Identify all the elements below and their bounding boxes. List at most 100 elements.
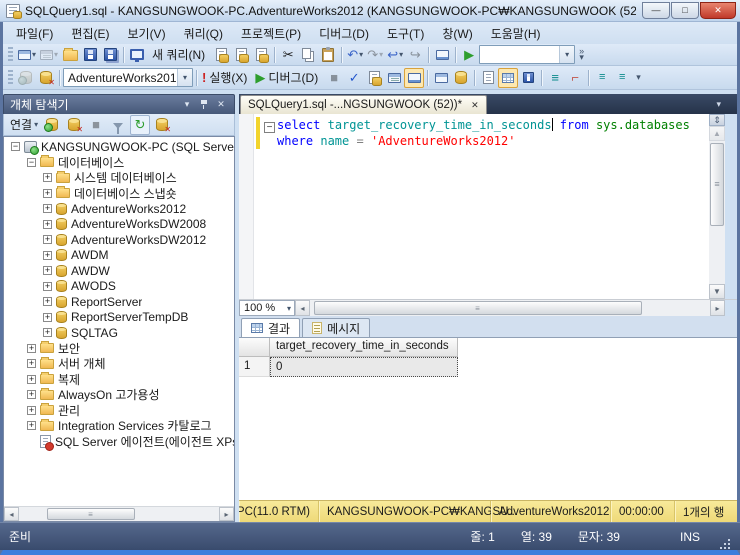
tree-item[interactable]: + AlwaysOn 고가용성 xyxy=(4,387,234,403)
tree-item[interactable]: + 관리 xyxy=(4,403,234,419)
tree-item[interactable]: + AWODS xyxy=(4,279,234,295)
maximize-button[interactable]: □ xyxy=(671,2,699,19)
split-editor-handle[interactable]: ⇕ xyxy=(709,114,725,126)
copy-button[interactable] xyxy=(298,45,318,65)
tree-expander-icon[interactable]: + xyxy=(27,390,36,400)
navigate-back-button[interactable]: ↩ ▾ xyxy=(385,45,405,65)
tree-item[interactable]: + SQLTAG xyxy=(4,325,234,341)
collapse-region-icon[interactable]: − xyxy=(264,122,275,133)
results-to-grid-button[interactable] xyxy=(498,67,519,88)
grid-row-number[interactable]: 1 xyxy=(239,357,270,377)
menu-item[interactable]: 창(W) xyxy=(433,22,481,45)
results-to-text-button[interactable] xyxy=(478,68,498,88)
database-engine-query-button[interactable] xyxy=(211,45,231,65)
menu-item[interactable]: 보기(V) xyxy=(118,22,174,45)
cut-button[interactable]: ✂ xyxy=(278,45,298,65)
tree-item[interactable]: + 보안 xyxy=(4,341,234,357)
connect-object-explorer-button[interactable]: 연결 ▾ xyxy=(8,115,40,135)
title-bar[interactable]: SQLQuery1.sql - KANGSUNGWOOK-PC.Adventur… xyxy=(0,0,740,22)
scroll-left-button[interactable]: ◂ xyxy=(4,507,19,521)
paste-button[interactable] xyxy=(318,45,338,65)
navigate-forward-button[interactable]: ↪ xyxy=(405,45,425,65)
include-actual-plan-button[interactable] xyxy=(404,67,425,88)
new-query-dropdown-button[interactable]: ▾ xyxy=(16,45,38,65)
copy-results-button[interactable] xyxy=(451,68,471,88)
analysis-query-button[interactable] xyxy=(231,45,251,65)
start-button[interactable]: ▶ xyxy=(459,45,479,65)
oe-filter-button[interactable] xyxy=(108,115,128,135)
query-tab[interactable]: SQLQuery1.sql -...NGSUNGWOOK (52))* ✕ xyxy=(240,95,487,114)
save-button[interactable] xyxy=(80,45,100,65)
sql-editor[interactable]: − select target_recovery_time_in_seconds … xyxy=(239,114,709,299)
tree-expander-icon[interactable]: + xyxy=(43,266,52,276)
scroll-right-button[interactable]: ▸ xyxy=(219,507,234,521)
tree-item[interactable]: + ReportServerTempDB xyxy=(4,310,234,326)
available-databases-combo[interactable]: AdventureWorks2012 ▾ xyxy=(63,68,193,87)
tree-expander-icon[interactable]: + xyxy=(43,312,52,322)
menu-item[interactable]: 도구(T) xyxy=(378,22,433,45)
tree-expander-icon[interactable]: + xyxy=(27,374,36,384)
connect-button[interactable] xyxy=(16,68,36,88)
toolbar-overflow-button[interactable]: ▾ xyxy=(636,72,641,82)
execute-button[interactable]: ! 실행(X) xyxy=(200,68,253,88)
menu-item[interactable]: 편집(E) xyxy=(62,22,118,45)
menu-item[interactable]: 쿼리(Q) xyxy=(175,22,232,45)
tree-item[interactable]: + 복제 xyxy=(4,372,234,388)
tree-item[interactable]: + AdventureWorks2012 xyxy=(4,201,234,217)
scroll-thumb[interactable]: ≡ xyxy=(47,508,135,520)
combo-arrow-icon[interactable]: ▾ xyxy=(177,69,192,86)
scroll-thumb[interactable]: ≡ xyxy=(314,301,642,315)
tree-expander-icon[interactable]: + xyxy=(43,250,52,260)
tree-item[interactable]: + 시스템 데이터베이스 xyxy=(4,170,234,186)
tree-item[interactable]: − KANGSUNGWOOK-PC (SQL Server 11 xyxy=(4,139,234,155)
comment-button[interactable]: ≡ xyxy=(545,68,565,88)
toolbar-overflow-button[interactable]: » ▾ xyxy=(579,46,584,61)
tree-item[interactable]: + AdventureWorksDW2012 xyxy=(4,232,234,248)
tab-list-dropdown[interactable]: ▾ xyxy=(716,99,721,110)
scroll-thumb[interactable]: ≡ xyxy=(710,143,724,226)
tab-messages[interactable]: 메시지 xyxy=(302,318,371,337)
specify-template-values-button[interactable] xyxy=(431,68,451,88)
tree-expander-icon[interactable]: + xyxy=(43,219,52,229)
toolbar-grip[interactable] xyxy=(8,69,13,86)
scroll-left-button[interactable]: ◂ xyxy=(295,300,310,316)
scroll-track[interactable]: ≡ xyxy=(19,507,219,521)
tree-expander-icon[interactable]: + xyxy=(43,328,52,338)
tree-expander-icon[interactable]: + xyxy=(27,359,36,369)
tree-item[interactable]: SQL Server 에이전트(에이전트 XPs xyxy=(4,434,234,451)
menu-item[interactable]: 도움말(H) xyxy=(482,22,550,45)
stop-button[interactable]: ■ xyxy=(324,68,344,88)
tree-item[interactable]: + AWDW xyxy=(4,263,234,279)
menu-item[interactable]: 프로젝트(P) xyxy=(232,22,310,45)
tree-expander-icon[interactable]: + xyxy=(27,421,36,431)
scroll-up-button[interactable]: ▲ xyxy=(709,126,725,141)
resize-grip[interactable] xyxy=(718,537,731,550)
minimize-button[interactable]: — xyxy=(642,2,670,19)
tree-item[interactable]: − 데이터베이스 xyxy=(4,155,234,171)
tree-expander-icon[interactable]: + xyxy=(27,343,36,353)
tree-expander-icon[interactable]: − xyxy=(11,142,20,152)
menu-item[interactable]: 파일(F) xyxy=(7,22,62,45)
tree-expander-icon[interactable]: + xyxy=(43,235,52,245)
new-query-button[interactable]: 새 쿼리(N) xyxy=(147,45,211,65)
activity-monitor-button[interactable] xyxy=(127,45,147,65)
tree-expander-icon[interactable]: − xyxy=(27,157,36,167)
tree-expander-icon[interactable]: + xyxy=(43,173,52,183)
tree-expander-icon[interactable]: + xyxy=(43,204,52,214)
oe-disconnect-button[interactable] xyxy=(64,115,84,135)
panel-pin-button[interactable] xyxy=(197,98,211,112)
oe-connect-button[interactable] xyxy=(42,115,62,135)
estimated-plan-button[interactable] xyxy=(364,68,384,88)
template-explorer-button[interactable] xyxy=(432,45,452,65)
tree-expander-icon[interactable]: + xyxy=(43,188,52,198)
tree-item[interactable]: + ReportServer xyxy=(4,294,234,310)
grid-corner-cell[interactable] xyxy=(239,338,270,357)
decrease-indent-button[interactable]: ≡ xyxy=(592,68,612,88)
tree-expander-icon[interactable]: + xyxy=(27,405,36,415)
results-to-file-button[interactable] xyxy=(518,68,538,88)
tree-item[interactable]: + AdventureWorksDW2008 xyxy=(4,217,234,233)
scroll-down-button[interactable]: ▼ xyxy=(709,284,725,299)
scroll-right-button[interactable]: ▸ xyxy=(710,300,725,316)
scroll-track[interactable]: ≡ xyxy=(310,300,710,316)
increase-indent-button[interactable]: ≡ xyxy=(612,68,632,88)
